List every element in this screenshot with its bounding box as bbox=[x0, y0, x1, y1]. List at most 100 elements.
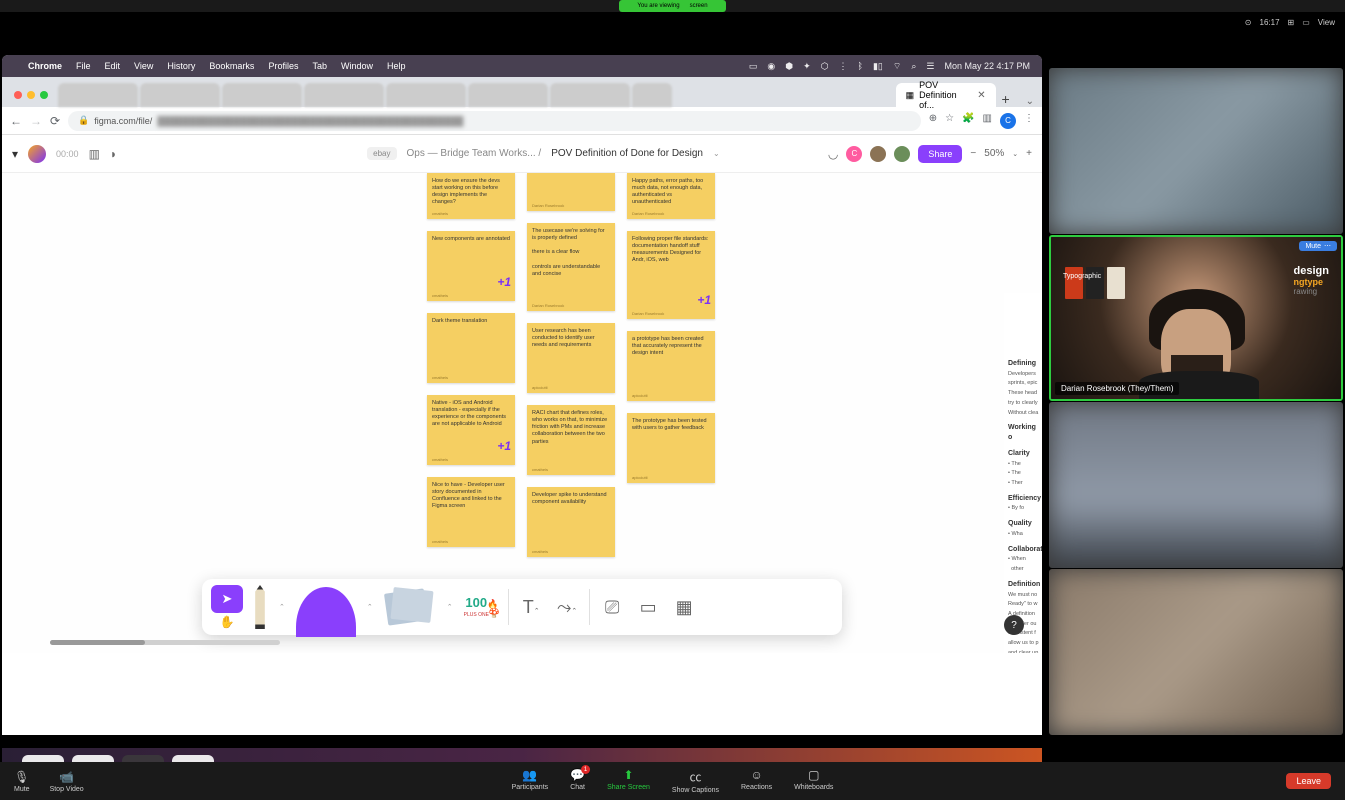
edit-menu[interactable]: Edit bbox=[105, 61, 121, 71]
control-center-icon[interactable]: ☰ bbox=[926, 61, 934, 72]
followed-user-avatar[interactable] bbox=[28, 145, 46, 163]
participant-video-active[interactable]: Typographic design ngtype rawing Mute⋯ D… bbox=[1049, 235, 1343, 401]
sticky-note[interactable]: Native - iOS and Android translation - e… bbox=[427, 395, 515, 465]
leave-button[interactable]: Leave bbox=[1286, 773, 1331, 789]
chevron-up-icon[interactable]: ⌃ bbox=[279, 603, 285, 611]
hand-tool[interactable]: ✋ bbox=[220, 615, 235, 629]
participant-video[interactable] bbox=[1049, 569, 1343, 735]
zoom-in-button[interactable]: + bbox=[1026, 148, 1032, 159]
whiteboards-control[interactable]: ▢Whiteboards bbox=[794, 768, 833, 794]
datetime[interactable]: Mon May 22 4:17 PM bbox=[944, 61, 1030, 71]
profile-avatar[interactable]: C bbox=[1000, 113, 1016, 129]
sticky-note[interactable]: a prototype has been created that accura… bbox=[627, 331, 715, 401]
wifi-icon[interactable]: ⌔ bbox=[893, 61, 901, 72]
sticky-note[interactable]: Following proper file standards: documen… bbox=[627, 231, 715, 319]
tab-inactive[interactable] bbox=[632, 83, 672, 107]
select-tool[interactable]: ➤ bbox=[211, 585, 243, 613]
chrome-menu-icon[interactable]: ⋮ bbox=[1024, 113, 1034, 129]
search-icon[interactable]: ⌕ bbox=[911, 61, 916, 72]
video-control[interactable]: 📹Stop Video bbox=[50, 770, 84, 793]
comment-icon[interactable]: ◗ bbox=[110, 147, 117, 161]
tab-inactive[interactable] bbox=[304, 83, 384, 107]
side-panel-icon[interactable]: ▥ bbox=[983, 113, 992, 129]
maximize-window-icon[interactable] bbox=[40, 91, 48, 99]
horizontal-scrollbar[interactable] bbox=[50, 640, 280, 645]
tab-inactive[interactable] bbox=[386, 83, 466, 107]
chevron-up-icon[interactable]: ⌃ bbox=[447, 603, 453, 611]
chevron-up-icon[interactable]: ⌃ bbox=[367, 603, 373, 611]
section-tool[interactable]: ▭ bbox=[634, 597, 662, 618]
connector-tool[interactable]: ⤳⌃ bbox=[553, 597, 581, 618]
figma-canvas[interactable]: How do we ensure the devs start working … bbox=[2, 173, 1042, 653]
captions-control[interactable]: ㏄Show Captions bbox=[672, 768, 719, 794]
tab-menu[interactable]: Tab bbox=[312, 61, 327, 71]
sticky-note[interactable]: New components are annotatedcmatheis+1 bbox=[427, 231, 515, 301]
sticky-note[interactable]: Darian Rosebrook bbox=[527, 173, 615, 211]
breadcrumb-parent[interactable]: Ops — Bridge Team Works... / bbox=[407, 148, 542, 159]
bookmarks-menu[interactable]: Bookmarks bbox=[209, 61, 254, 71]
view-mode-icon[interactable]: ▭ bbox=[1302, 18, 1310, 27]
panel-toggle-icon[interactable]: ▥ bbox=[89, 147, 100, 161]
tab-inactive[interactable] bbox=[140, 83, 220, 107]
share-screen-control[interactable]: ⬆Share Screen bbox=[607, 768, 650, 794]
shape-tool[interactable] bbox=[296, 587, 356, 637]
headphones-icon[interactable]: ◡ bbox=[828, 147, 838, 161]
timer[interactable]: 00:00 bbox=[56, 149, 79, 159]
collaborator-avatar[interactable] bbox=[870, 146, 886, 162]
sticky-note[interactable]: Developer spike to understand component … bbox=[527, 487, 615, 557]
new-tab-button[interactable]: + bbox=[996, 91, 1016, 107]
reactions-control[interactable]: ☺Reactions bbox=[741, 768, 772, 794]
zoom-level[interactable]: 50% bbox=[984, 148, 1004, 159]
help-button[interactable]: ? bbox=[1004, 615, 1024, 635]
tab-inactive[interactable] bbox=[468, 83, 548, 107]
mute-control[interactable]: 🎙Mute bbox=[14, 770, 30, 793]
forward-button[interactable]: → bbox=[30, 114, 42, 128]
back-button[interactable]: ← bbox=[10, 114, 22, 128]
sticky-note[interactable]: Nice to have - Developer user story docu… bbox=[427, 477, 515, 547]
chevron-down-icon[interactable]: ⌄ bbox=[1012, 150, 1018, 158]
zoom-page-icon[interactable]: ⊕ bbox=[929, 113, 937, 129]
stamp-icon[interactable]: ⎚ bbox=[598, 597, 626, 618]
extensions-icon[interactable]: 🧩 bbox=[962, 113, 974, 129]
history-menu[interactable]: History bbox=[167, 61, 195, 71]
participants-control[interactable]: 👥Participants bbox=[512, 768, 549, 794]
collaborator-avatar[interactable] bbox=[894, 146, 910, 162]
close-window-icon[interactable] bbox=[14, 91, 22, 99]
more-icon[interactable]: ⋯ bbox=[1324, 242, 1331, 250]
bookmark-star-icon[interactable]: ☆ bbox=[945, 113, 954, 129]
battery-icon[interactable]: ▮▯ bbox=[873, 61, 883, 72]
reload-button[interactable]: ⟳ bbox=[50, 114, 60, 128]
window-menu[interactable]: Window bbox=[341, 61, 373, 71]
sticky-note[interactable]: How do we ensure the devs start working … bbox=[427, 173, 515, 219]
tab-inactive[interactable] bbox=[222, 83, 302, 107]
zoom-out-button[interactable]: − bbox=[970, 148, 976, 159]
user-avatar[interactable]: C bbox=[846, 146, 862, 162]
sticky-note[interactable]: The prototype has been tested with users… bbox=[627, 413, 715, 483]
help-menu[interactable]: Help bbox=[387, 61, 406, 71]
marker-tool[interactable] bbox=[252, 585, 268, 629]
tab-active[interactable]: ▦ POV Definition of... ✕ bbox=[896, 83, 996, 107]
participant-video[interactable] bbox=[1049, 68, 1343, 234]
view-button[interactable]: View bbox=[1318, 18, 1335, 27]
file-menu[interactable]: File bbox=[76, 61, 91, 71]
sticky-note[interactable]: Happy paths, error paths, too much data,… bbox=[627, 173, 715, 219]
breadcrumb-current[interactable]: POV Definition of Done for Design bbox=[551, 148, 703, 159]
tabs-dropdown-icon[interactable]: ⌄ bbox=[1026, 96, 1034, 107]
tab-inactive[interactable] bbox=[58, 83, 138, 107]
bluetooth-icon[interactable]: ᛒ bbox=[858, 61, 863, 71]
table-tool[interactable]: ▦ bbox=[670, 597, 698, 618]
participant-video[interactable] bbox=[1049, 402, 1343, 568]
sticky-note[interactable]: User research has been conducted to iden… bbox=[527, 323, 615, 393]
view-menu[interactable]: View bbox=[134, 61, 153, 71]
stamp-tool[interactable]: 100🔥 PLUS ONE🍄 bbox=[464, 596, 501, 618]
address-bar[interactable]: 🔒 figma.com/file/ ██████████████████████… bbox=[68, 111, 921, 131]
close-tab-icon[interactable]: ✕ bbox=[977, 90, 985, 101]
figma-menu-icon[interactable]: ▾ bbox=[12, 147, 18, 161]
mute-button[interactable]: Mute⋯ bbox=[1299, 241, 1337, 251]
profiles-menu[interactable]: Profiles bbox=[268, 61, 298, 71]
chevron-down-icon[interactable]: ⌄ bbox=[713, 149, 720, 158]
sticky-note-tool[interactable] bbox=[384, 587, 436, 627]
sticky-note[interactable]: RACI chart that defines roles, who works… bbox=[527, 405, 615, 475]
minimize-window-icon[interactable] bbox=[27, 91, 35, 99]
sticky-note[interactable]: Dark theme translationcmatheis bbox=[427, 313, 515, 383]
